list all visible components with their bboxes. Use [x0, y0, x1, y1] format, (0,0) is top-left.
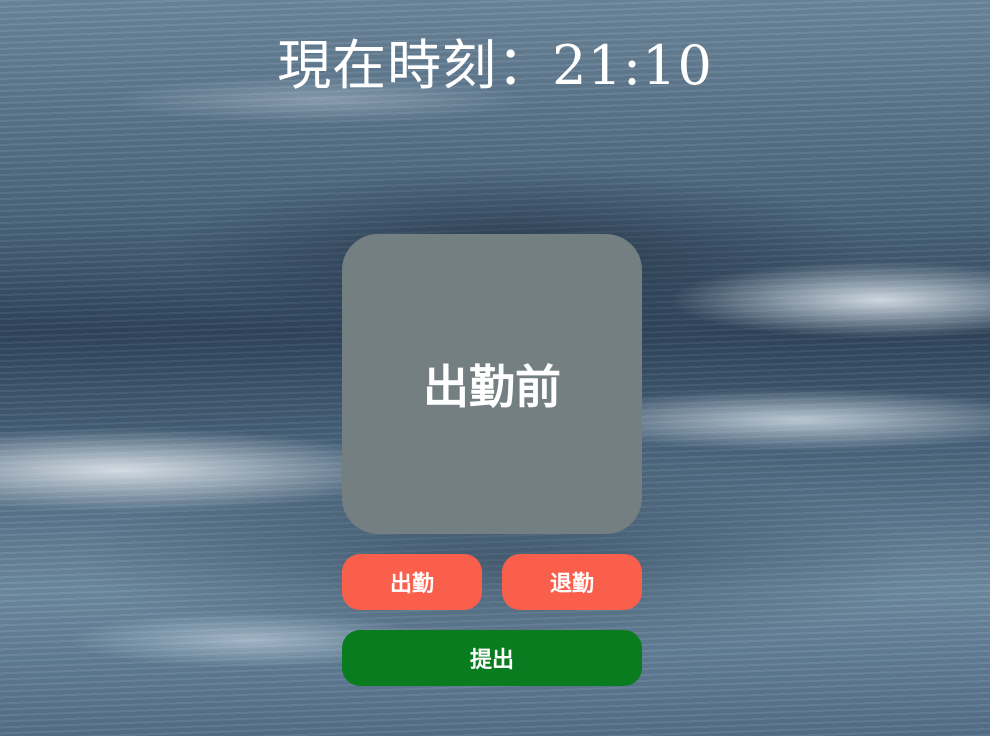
attendance-status-text: 出勤前	[423, 360, 561, 414]
current-time-label: 現在時刻：21:10	[277, 34, 713, 97]
submit-button[interactable]: 提出	[342, 630, 642, 686]
attendance-status-card: 出勤前	[342, 234, 642, 534]
clock-in-button[interactable]: 出勤	[342, 554, 482, 610]
clock-out-button[interactable]: 退勤	[502, 554, 642, 610]
